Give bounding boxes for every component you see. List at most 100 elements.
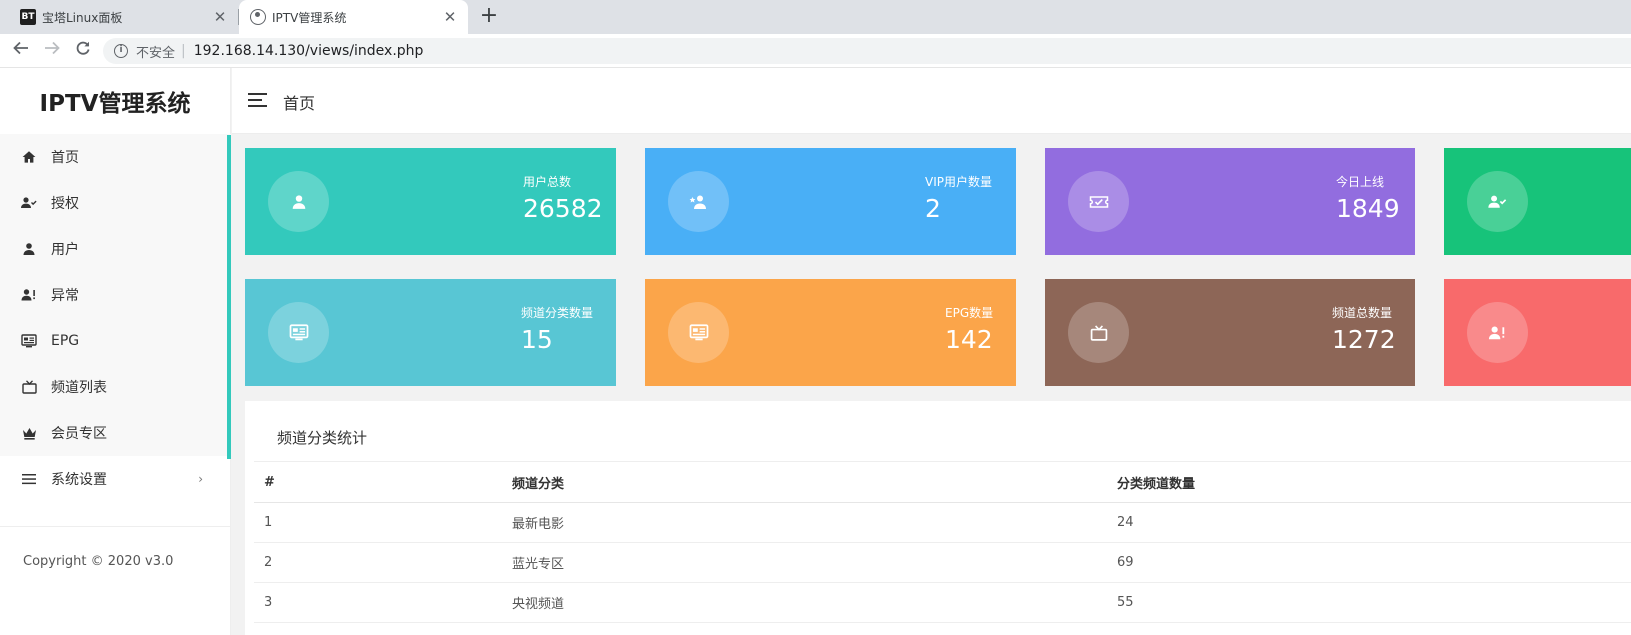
arrow-right-icon (45, 41, 60, 55)
browser-toolbar: i 不安全 | 192.168.14.130/views/index.php (0, 34, 1631, 68)
cell-category: 蓝光专区 (502, 542, 1107, 583)
reload-icon (76, 41, 90, 55)
column-header-category: 频道分类 (502, 461, 1107, 503)
sidebar-item-label: 异常 (51, 288, 79, 304)
sidebar-item-home[interactable]: 首页 (0, 134, 231, 180)
user-check-icon (1467, 171, 1528, 232)
browser-tab-iptv[interactable]: IPTV管理系统 ✕ (239, 0, 468, 34)
sidebar-item-label: 频道列表 (51, 380, 107, 396)
stat-card-epg-count[interactable]: EPG数量 142 (645, 279, 1016, 386)
cell-count: 69 (1107, 542, 1631, 583)
ticket-check-icon (1068, 171, 1129, 232)
sidebar-item-channels[interactable]: 频道列表 (0, 364, 231, 410)
sidebar-item-label: 授权 (51, 196, 79, 212)
stat-card-total-channels[interactable]: 频道总数量 1272 (1045, 279, 1415, 386)
tv-icon (21, 379, 37, 395)
browser-tab-strip: BT 宝塔Linux面板 ✕ IPTV管理系统 ✕ + (0, 0, 1631, 34)
table-row[interactable]: 1 最新电影 24 (254, 502, 1631, 543)
browser-tab-bt-panel[interactable]: BT 宝塔Linux面板 ✕ (0, 0, 238, 34)
sidebar-item-users[interactable]: 用户 (0, 226, 231, 272)
epg-icon (21, 333, 37, 349)
chevron-right-icon: › (198, 472, 203, 486)
menu-icon (21, 471, 37, 487)
panel-title: 频道分类统计 (277, 429, 368, 447)
cell-index: 3 (254, 582, 502, 623)
tv-icon (1068, 302, 1129, 363)
epg-icon (668, 302, 729, 363)
back-button[interactable] (9, 39, 33, 63)
sidebar-item-authorize[interactable]: 授权 (0, 180, 231, 226)
user-circle-icon (250, 9, 266, 25)
stat-card-total-users[interactable]: 用户总数 26582 (245, 148, 616, 255)
sidebar-item-abnormal[interactable]: 异常 (0, 272, 231, 318)
copyright-text: Copyright © 2020 v3.0 (23, 554, 174, 569)
cell-category: 最新电影 (502, 502, 1107, 543)
sidebar-item-label: 首页 (51, 150, 79, 166)
sidebar-item-label: EPG (51, 333, 80, 349)
tab-title: 宝塔Linux面板 (42, 10, 123, 25)
stat-label: VIP用户数量 (925, 175, 992, 189)
user-icon (21, 241, 37, 257)
info-icon[interactable]: i (114, 44, 128, 58)
sidebar-item-label: 用户 (51, 242, 79, 258)
stat-card-channel-categories[interactable]: 频道分类数量 15 (245, 279, 616, 386)
stat-card-vip-users[interactable]: VIP用户数量 2 (645, 148, 1016, 255)
close-icon[interactable]: ✕ (212, 8, 228, 26)
user-icon (268, 171, 329, 232)
new-tab-button[interactable]: + (478, 3, 500, 29)
arrow-left-icon (13, 41, 28, 55)
table-row[interactable]: 3 央视频道 55 (254, 582, 1631, 623)
stat-label: EPG数量 (945, 306, 994, 320)
cell-category: 央视频道 (502, 582, 1107, 623)
reload-button[interactable] (71, 39, 95, 63)
sidebar-item-epg[interactable]: EPG (0, 318, 231, 364)
sidebar-item-settings[interactable]: 系统设置 › (0, 456, 231, 502)
cell-index: 2 (254, 542, 502, 583)
user-alert-icon (21, 287, 37, 303)
stat-card-abnormal[interactable] (1444, 279, 1631, 386)
stat-value: 15 (521, 325, 553, 354)
stat-label: 今日上线 (1336, 175, 1385, 189)
close-icon[interactable]: ✕ (442, 8, 458, 26)
hamburger-menu-button[interactable] (248, 93, 267, 108)
url-text: 192.168.14.130/views/index.php (193, 43, 424, 59)
sidebar: IPTV管理系统 首页 授权 用户 异常 EPG 频道列表 会员专区 系统设置 … (0, 68, 231, 635)
channel-category-table: # 频道分类 分类频道数量 1 最新电影 24 2 蓝光专区 69 3 央视频道… (254, 461, 1631, 623)
cell-count: 55 (1107, 582, 1631, 623)
stat-label: 频道分类数量 (521, 306, 594, 320)
stat-card-authorized[interactable] (1444, 148, 1631, 255)
stat-value: 1849 (1336, 194, 1400, 223)
bt-favicon-icon: BT (20, 9, 36, 25)
stat-label: 频道总数量 (1332, 306, 1393, 320)
crown-icon (21, 425, 37, 441)
table-row[interactable]: 2 蓝光专区 69 (254, 542, 1631, 583)
sidebar-item-label: 会员专区 (51, 426, 107, 442)
stat-value: 142 (945, 325, 993, 354)
stat-card-online-today[interactable]: 今日上线 1849 (1045, 148, 1415, 255)
stat-value: 1272 (1332, 325, 1396, 354)
user-check-icon (21, 195, 37, 211)
epg-icon (268, 302, 329, 363)
sidebar-item-vip-zone[interactable]: 会员专区 (0, 410, 231, 456)
home-icon (21, 149, 37, 165)
active-menu-indicator (227, 135, 231, 459)
cell-index: 1 (254, 502, 502, 543)
address-bar[interactable]: i 不安全 | 192.168.14.130/views/index.php (103, 38, 1631, 64)
url-divider: | (181, 43, 186, 59)
stat-value: 2 (925, 194, 941, 223)
stat-label: 用户总数 (523, 175, 572, 189)
sidebar-menu: 首页 授权 用户 异常 EPG 频道列表 会员专区 系统设置 › (0, 134, 231, 502)
app-logo: IPTV管理系统 (39, 91, 191, 117)
forward-button[interactable] (40, 39, 64, 63)
user-star-icon (668, 171, 729, 232)
tab-title: IPTV管理系统 (272, 10, 347, 25)
cell-count: 24 (1107, 502, 1631, 543)
column-header-index: # (254, 461, 502, 503)
column-header-channel-count: 分类频道数量 (1107, 461, 1631, 503)
table-header-row: # 频道分类 分类频道数量 (254, 461, 1631, 503)
security-label: 不安全 (136, 45, 176, 61)
channel-category-stats-panel: 频道分类统计 # 频道分类 分类频道数量 1 最新电影 24 2 蓝光专区 69… (245, 401, 1631, 635)
page-title: 首页 (283, 94, 316, 113)
sidebar-divider (0, 526, 231, 527)
stat-value: 26582 (523, 194, 603, 223)
